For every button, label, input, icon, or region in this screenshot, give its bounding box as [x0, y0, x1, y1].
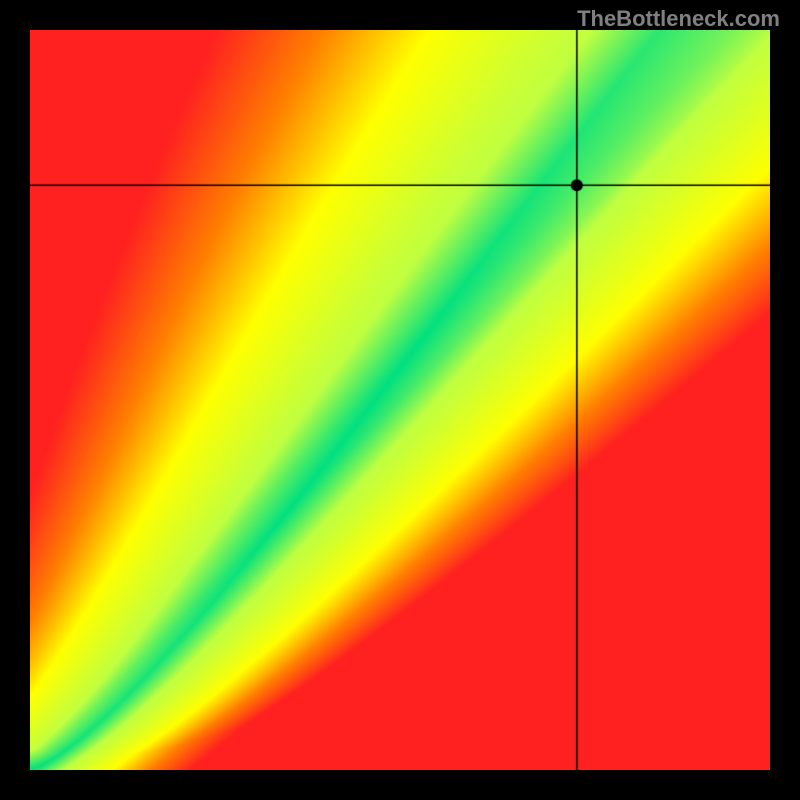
- heatmap-plot: [30, 30, 770, 770]
- heatmap-canvas: [30, 30, 770, 770]
- watermark-text: TheBottleneck.com: [577, 6, 780, 32]
